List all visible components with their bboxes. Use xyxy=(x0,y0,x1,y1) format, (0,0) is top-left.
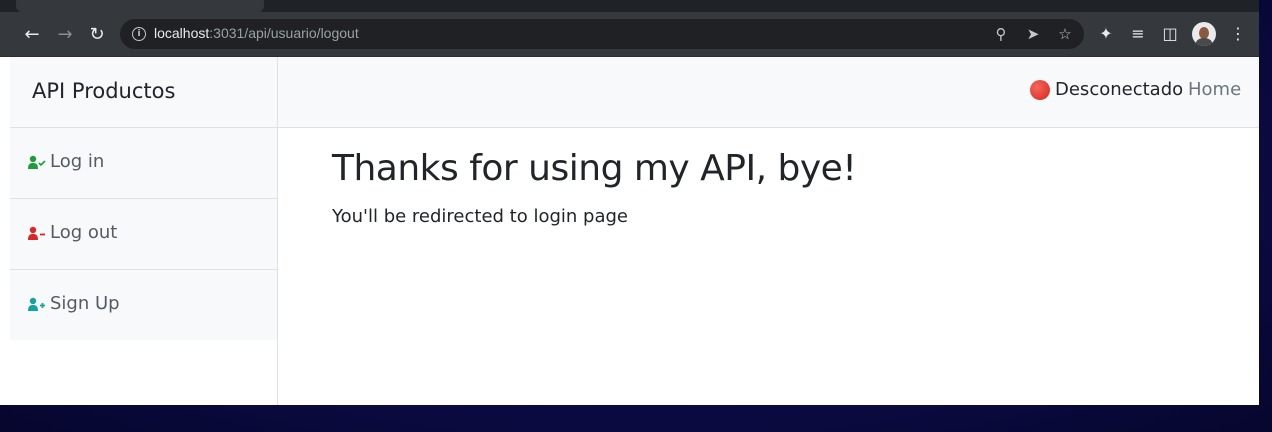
brand-label: API Productos xyxy=(32,79,176,103)
brand[interactable]: API Productos xyxy=(10,57,277,128)
back-icon[interactable]: ← xyxy=(20,22,44,46)
zoom-icon[interactable]: ⚲ xyxy=(990,23,1012,45)
page-title: Thanks for using my API, bye! xyxy=(332,148,857,189)
forward-icon[interactable]: → xyxy=(53,22,77,46)
extensions-icon[interactable]: ✦ xyxy=(1093,21,1119,47)
tab-strip xyxy=(0,0,1259,12)
redirect-message: You'll be redirected to login page xyxy=(332,206,628,227)
user-minus-icon xyxy=(28,226,45,240)
address-bar[interactable]: i localhost:3031/api/usuario/logout ⚲ ➤ … xyxy=(120,19,1084,49)
web-page: API Productos Log in Log out Sign Up Des… xyxy=(10,57,1259,405)
profile-avatar[interactable] xyxy=(1192,22,1216,46)
home-link[interactable]: Home xyxy=(1188,79,1241,100)
user-check-icon xyxy=(28,155,46,169)
sidebar: API Productos Log in Log out Sign Up xyxy=(10,57,278,405)
side-panel-icon[interactable]: ◫ xyxy=(1157,21,1183,47)
reading-list-icon[interactable]: ≡ xyxy=(1125,21,1151,47)
reload-icon[interactable]: ↻ xyxy=(85,22,109,46)
url-host: localhost xyxy=(154,25,210,41)
main-content: Thanks for using my API, bye! You'll be … xyxy=(278,128,1259,405)
user-plus-icon xyxy=(28,297,45,311)
sidebar-item-label: Log in xyxy=(50,151,105,172)
star-icon[interactable]: ☆ xyxy=(1054,23,1076,45)
url-path: :3031/api/usuario/logout xyxy=(209,25,359,41)
browser-window: ← → ↻ i localhost:3031/api/usuario/logou… xyxy=(0,0,1259,405)
send-icon[interactable]: ➤ xyxy=(1022,23,1044,45)
sidebar-item-label: Log out xyxy=(50,222,118,243)
sidebar-item-signup[interactable]: Sign Up xyxy=(10,270,277,340)
browser-toolbar: ← → ↻ i localhost:3031/api/usuario/logou… xyxy=(0,12,1259,57)
top-navbar: Desconectado Home xyxy=(278,57,1259,128)
status-indicator-icon xyxy=(1030,80,1050,100)
url-text[interactable]: localhost:3031/api/usuario/logout xyxy=(154,25,359,41)
sidebar-item-logout[interactable]: Log out xyxy=(10,199,277,270)
menu-icon[interactable]: ⋮ xyxy=(1225,21,1251,47)
site-info-icon[interactable]: i xyxy=(132,27,146,41)
sidebar-item-login[interactable]: Log in xyxy=(10,128,277,199)
active-tab[interactable] xyxy=(16,0,264,12)
sidebar-item-label: Sign Up xyxy=(50,293,120,314)
connection-status: Desconectado xyxy=(1055,79,1184,100)
